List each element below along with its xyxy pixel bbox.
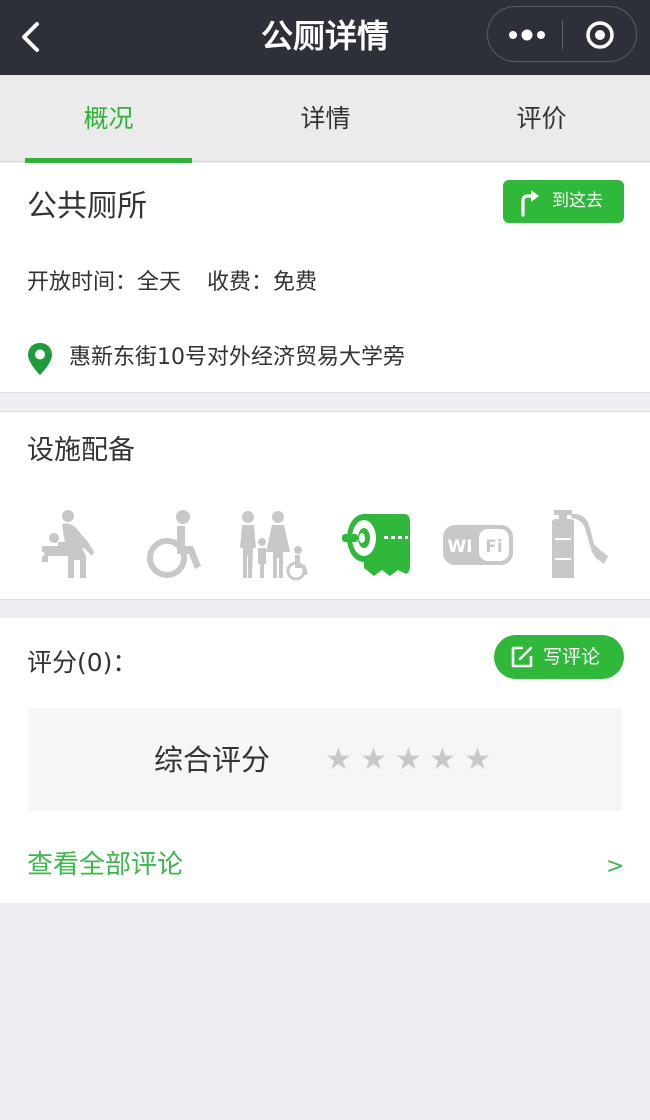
tab-label: 详情: [300, 104, 351, 133]
rating-title: 评分(0)：: [27, 648, 138, 677]
close-button[interactable]: [570, 13, 630, 57]
fee-value: 免费: [273, 270, 318, 295]
baby-changing-icon: [42, 510, 94, 578]
score-box: 综合评分 ★ ★ ★ ★ ★: [28, 708, 622, 811]
tab-label: 概况: [83, 104, 134, 133]
facility-title: 设施配备: [27, 435, 135, 466]
tab-detail[interactable]: 详情: [242, 75, 409, 162]
svg-text:WI: WI: [447, 537, 472, 557]
more-dots-icon: [509, 29, 545, 41]
location-pin-icon: [28, 343, 52, 375]
navigation-bar: 公厕详情: [0, 0, 650, 75]
view-all-reviews-link[interactable]: 查看全部评论: [27, 845, 183, 885]
star-icon: ★: [395, 742, 422, 777]
tab-overview[interactable]: 概况: [25, 75, 192, 163]
turn-arrow-icon: [521, 190, 539, 217]
wheelchair-icon: [147, 510, 201, 578]
write-review-button[interactable]: 写评论: [494, 635, 624, 679]
svg-text:Fi: Fi: [485, 537, 502, 557]
fee-label: 收费：: [207, 270, 274, 295]
view-all-arrow-icon[interactable]: >: [606, 847, 624, 887]
chevron-left-icon: [22, 22, 39, 52]
star-icon: ★: [360, 742, 387, 777]
navigate-label: 到这去: [552, 191, 603, 211]
hours-label: 开放时间：: [27, 270, 138, 295]
star-icon: ★: [325, 742, 352, 777]
capsule-divider: [562, 20, 563, 50]
star-icon: ★: [464, 742, 491, 777]
write-review-label: 写评论: [543, 646, 601, 668]
hours-fee-row: 开放时间：全天 收费：免费: [27, 266, 317, 300]
hours-value: 全天: [137, 270, 182, 295]
mini-program-capsule: [487, 6, 637, 62]
edit-icon: [511, 646, 533, 668]
back-button[interactable]: [10, 14, 54, 60]
tab-label: 评价: [516, 104, 567, 133]
tab-bar: 概况 详情 评价: [0, 75, 650, 163]
star-icon: ★: [429, 742, 456, 777]
overall-score-label: 综合评分: [154, 743, 271, 777]
more-button[interactable]: [494, 13, 556, 57]
wifi-icon: WI Fi: [443, 525, 513, 565]
place-name: 公共厕所: [27, 189, 147, 224]
target-close-icon: [586, 21, 614, 49]
family-restroom-icon: [240, 511, 308, 581]
toilet-paper-icon: [342, 514, 410, 576]
address-text: 惠新东街10号对外经济贸易大学旁: [69, 345, 405, 370]
tab-review[interactable]: 评价: [458, 75, 625, 162]
fire-extinguisher-icon: [552, 510, 608, 578]
navigate-button[interactable]: 到这去: [503, 180, 624, 223]
